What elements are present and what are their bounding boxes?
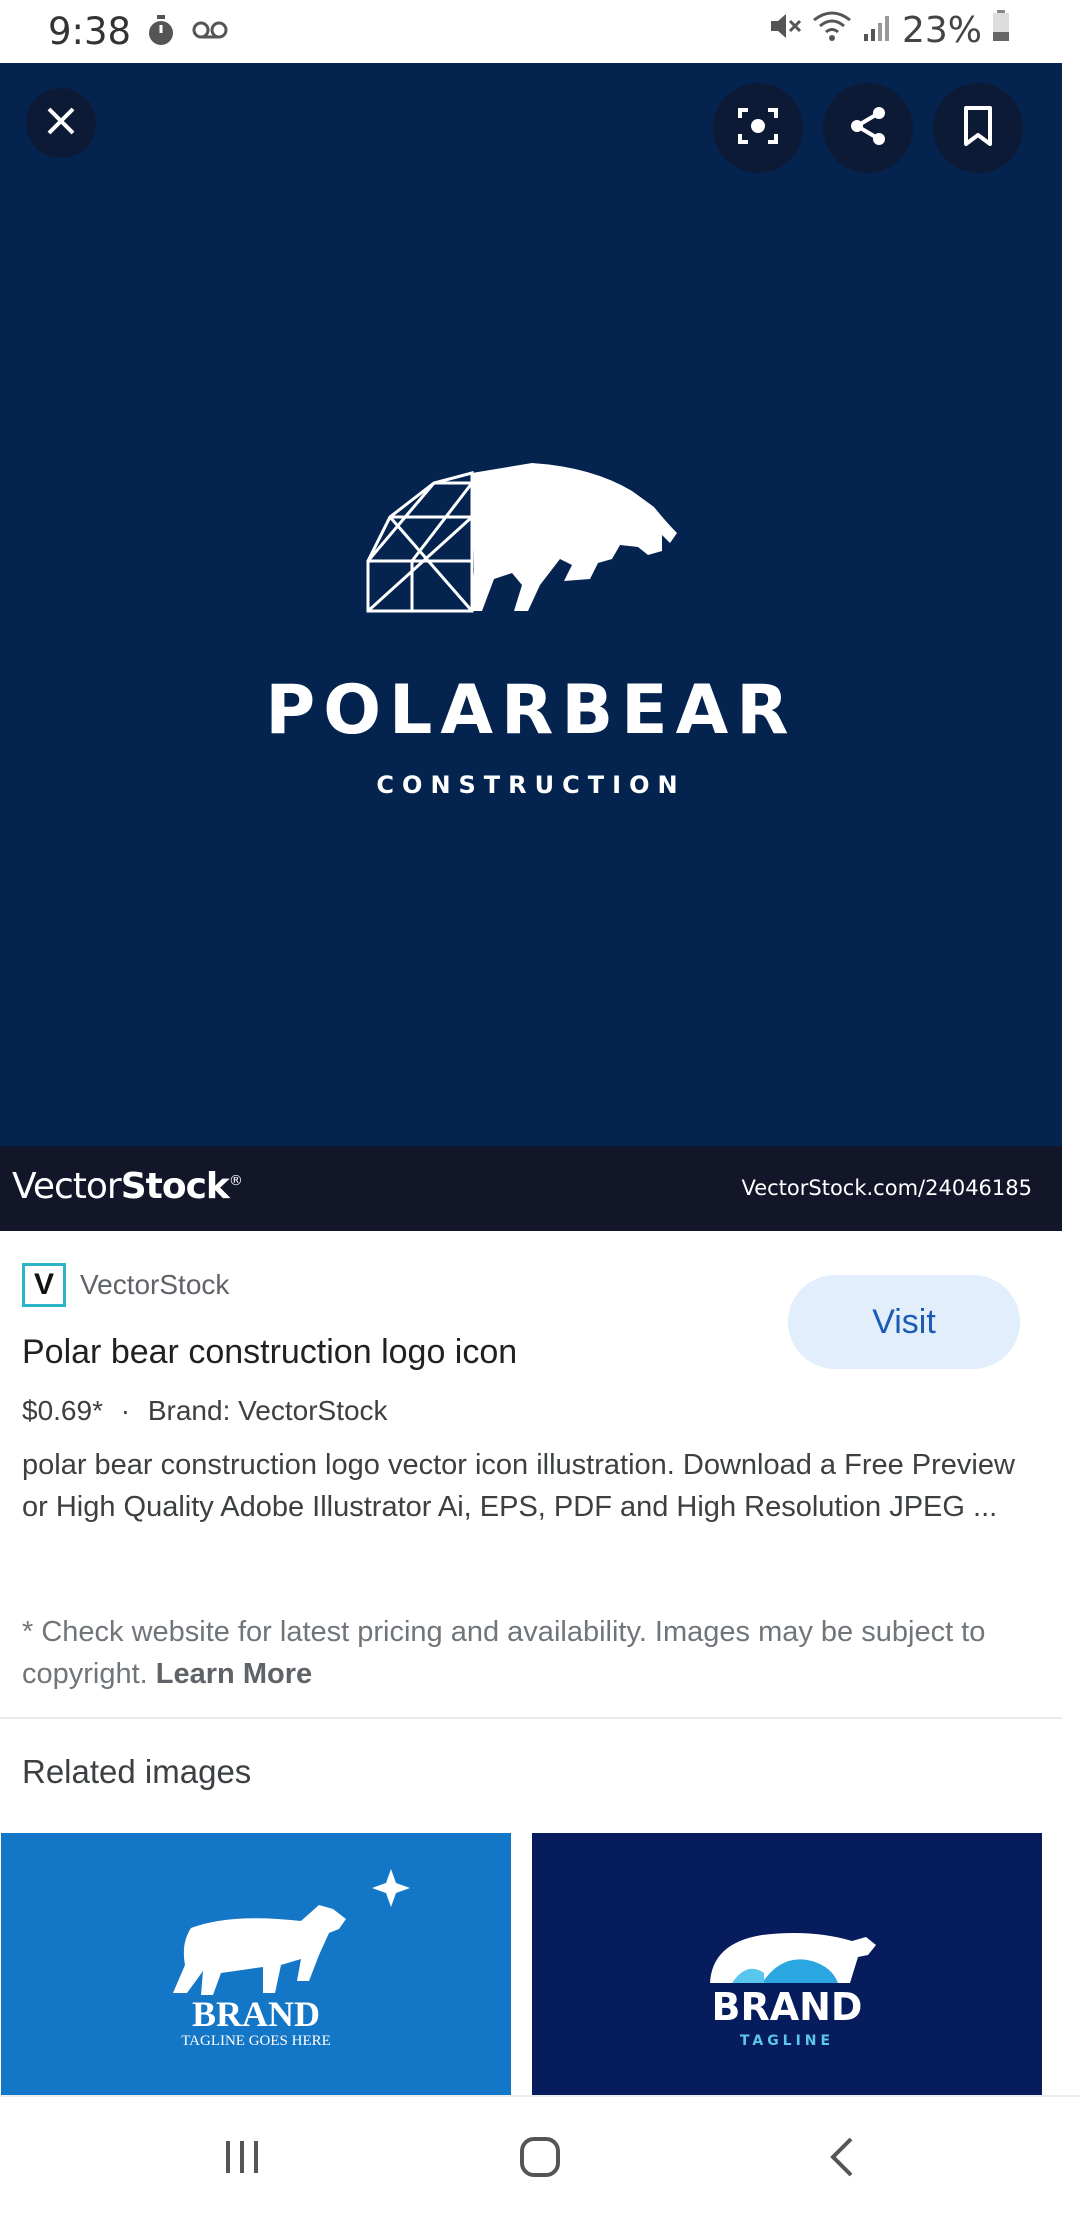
related-image-1[interactable]: BRAND TAGLINE GOES HERE — [1, 1833, 511, 2095]
related-image-2[interactable]: BRAND TAGLINE — [532, 1833, 1042, 2095]
watermark-bar: VectorStock® VectorStock.com/24046185 — [0, 1146, 1062, 1231]
signal-icon — [862, 10, 892, 51]
logo-subtitle: CONSTRUCTION — [376, 771, 686, 799]
status-right: 23% — [768, 10, 1010, 51]
recent-apps-icon — [222, 2137, 262, 2182]
separator: · — [120, 1395, 131, 1426]
share-button[interactable] — [823, 83, 913, 173]
battery-text: 23% — [901, 10, 982, 51]
watermark-brand: VectorStock® — [12, 1166, 243, 1207]
related-heading: Related images — [22, 1753, 252, 1790]
watermark-url: VectorStock.com/24046185 — [741, 1176, 1032, 1200]
timer-icon — [146, 14, 176, 53]
divider — [0, 1717, 1062, 1719]
home-icon — [518, 2135, 562, 2184]
visit-button[interactable]: Visit — [788, 1275, 1020, 1369]
bear-icon — [710, 1933, 876, 1983]
share-icon — [846, 104, 890, 153]
close-button[interactable] — [26, 88, 96, 158]
save-button[interactable] — [933, 83, 1023, 173]
wifi-icon — [812, 10, 852, 51]
lens-search-button[interactable] — [713, 83, 803, 173]
source-row[interactable]: V VectorStock — [22, 1263, 229, 1307]
bear-icon — [173, 1869, 410, 1995]
price-row: $0.69* · Brand: VectorStock — [22, 1395, 388, 1427]
disclaimer: * Check website for latest pricing and a… — [22, 1611, 1032, 1695]
learn-more-link[interactable]: Learn More — [156, 1658, 312, 1690]
battery-icon — [992, 10, 1010, 51]
related-1-title: BRAND — [191, 1994, 320, 2034]
close-icon — [44, 104, 78, 143]
voicemail-icon — [192, 20, 228, 45]
status-time: 9:38 — [48, 10, 132, 53]
recent-apps-button[interactable] — [202, 2127, 282, 2191]
home-button[interactable] — [500, 2127, 580, 2191]
related-2-tagline: TAGLINE — [739, 2033, 835, 2049]
status-bar: 9:38 23% — [0, 0, 1080, 63]
result-title[interactable]: Polar bear construction logo icon — [22, 1333, 517, 1372]
mute-icon — [768, 10, 802, 51]
image-viewer[interactable]: POLARBEAR CONSTRUCTION — [0, 63, 1062, 1146]
navigation-bar — [0, 2095, 1080, 2222]
source-favicon: V — [22, 1263, 66, 1307]
result-description: polar bear construction logo vector icon… — [22, 1449, 1015, 1523]
price: $0.69* — [22, 1395, 103, 1426]
polar-bear-logo — [362, 461, 692, 656]
brand: Brand: VectorStock — [147, 1395, 388, 1426]
related-1-tagline: TAGLINE GOES HERE — [181, 2033, 331, 2049]
logo-wordmark: POLARBEAR — [265, 671, 797, 750]
related-2-title: BRAND — [711, 1985, 863, 2029]
bookmark-icon — [958, 104, 998, 153]
back-icon — [827, 2135, 857, 2184]
source-name: VectorStock — [80, 1269, 230, 1300]
back-button[interactable] — [802, 2127, 882, 2191]
lens-icon — [736, 104, 780, 153]
